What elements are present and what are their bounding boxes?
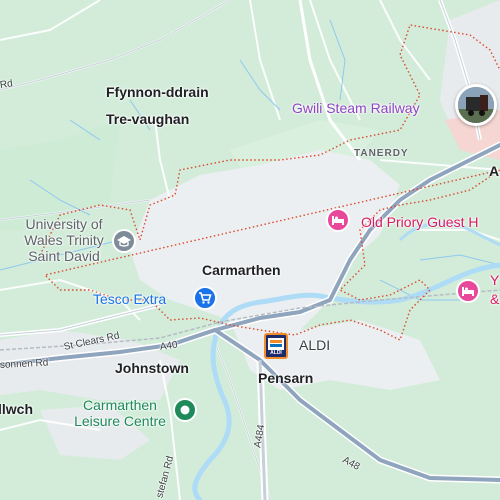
train-photo-icon[interactable] xyxy=(455,84,497,126)
bed-icon[interactable] xyxy=(456,279,480,303)
road-label-a40: A40 xyxy=(159,339,179,353)
place-label-tanerdy[interactable]: TANERDY xyxy=(354,148,409,160)
road-label-rd: Rd xyxy=(0,78,14,91)
poi-label-leisure-centre[interactable]: Carmarthen Leisure Centre xyxy=(68,397,172,429)
poi-label-partial-y[interactable]: Y xyxy=(490,272,499,288)
graduation-cap-icon[interactable] xyxy=(112,229,136,253)
place-label-llwch[interactable]: llwch xyxy=(0,401,33,417)
place-label-tre-vaughan[interactable]: Tre-vaughan xyxy=(106,111,189,127)
bed-icon[interactable] xyxy=(326,208,350,232)
poi-label-aldi[interactable]: ALDI xyxy=(299,337,330,353)
poi-label-gwili-steam-railway[interactable]: Gwili Steam Railway xyxy=(292,100,420,116)
place-label-ffynnon-ddrain[interactable]: Ffynnon-ddrain xyxy=(106,84,209,100)
place-label-pensarn[interactable]: Pensarn xyxy=(258,370,313,386)
poi-label-tesco-extra[interactable]: Tesco Extra xyxy=(93,291,166,307)
aldi-logo-icon[interactable]: ALDI xyxy=(264,333,288,359)
map-canvas[interactable]: Ffynnon-ddrain Tre-vaughan Carmarthen Jo… xyxy=(0,0,500,500)
park-pin-icon[interactable] xyxy=(173,398,197,422)
place-label-johnstown[interactable]: Johnstown xyxy=(115,360,189,376)
place-label-carmarthen[interactable]: Carmarthen xyxy=(202,262,281,278)
shopping-cart-icon[interactable] xyxy=(193,286,217,310)
poi-label-old-priory-guest-house[interactable]: Old Priory Guest H xyxy=(361,214,478,230)
poi-label-university[interactable]: University of Wales Trinity Saint David xyxy=(5,216,123,264)
poi-label-partial-amp[interactable]: & xyxy=(490,291,499,307)
place-label-a-edge[interactable]: A xyxy=(489,163,499,179)
